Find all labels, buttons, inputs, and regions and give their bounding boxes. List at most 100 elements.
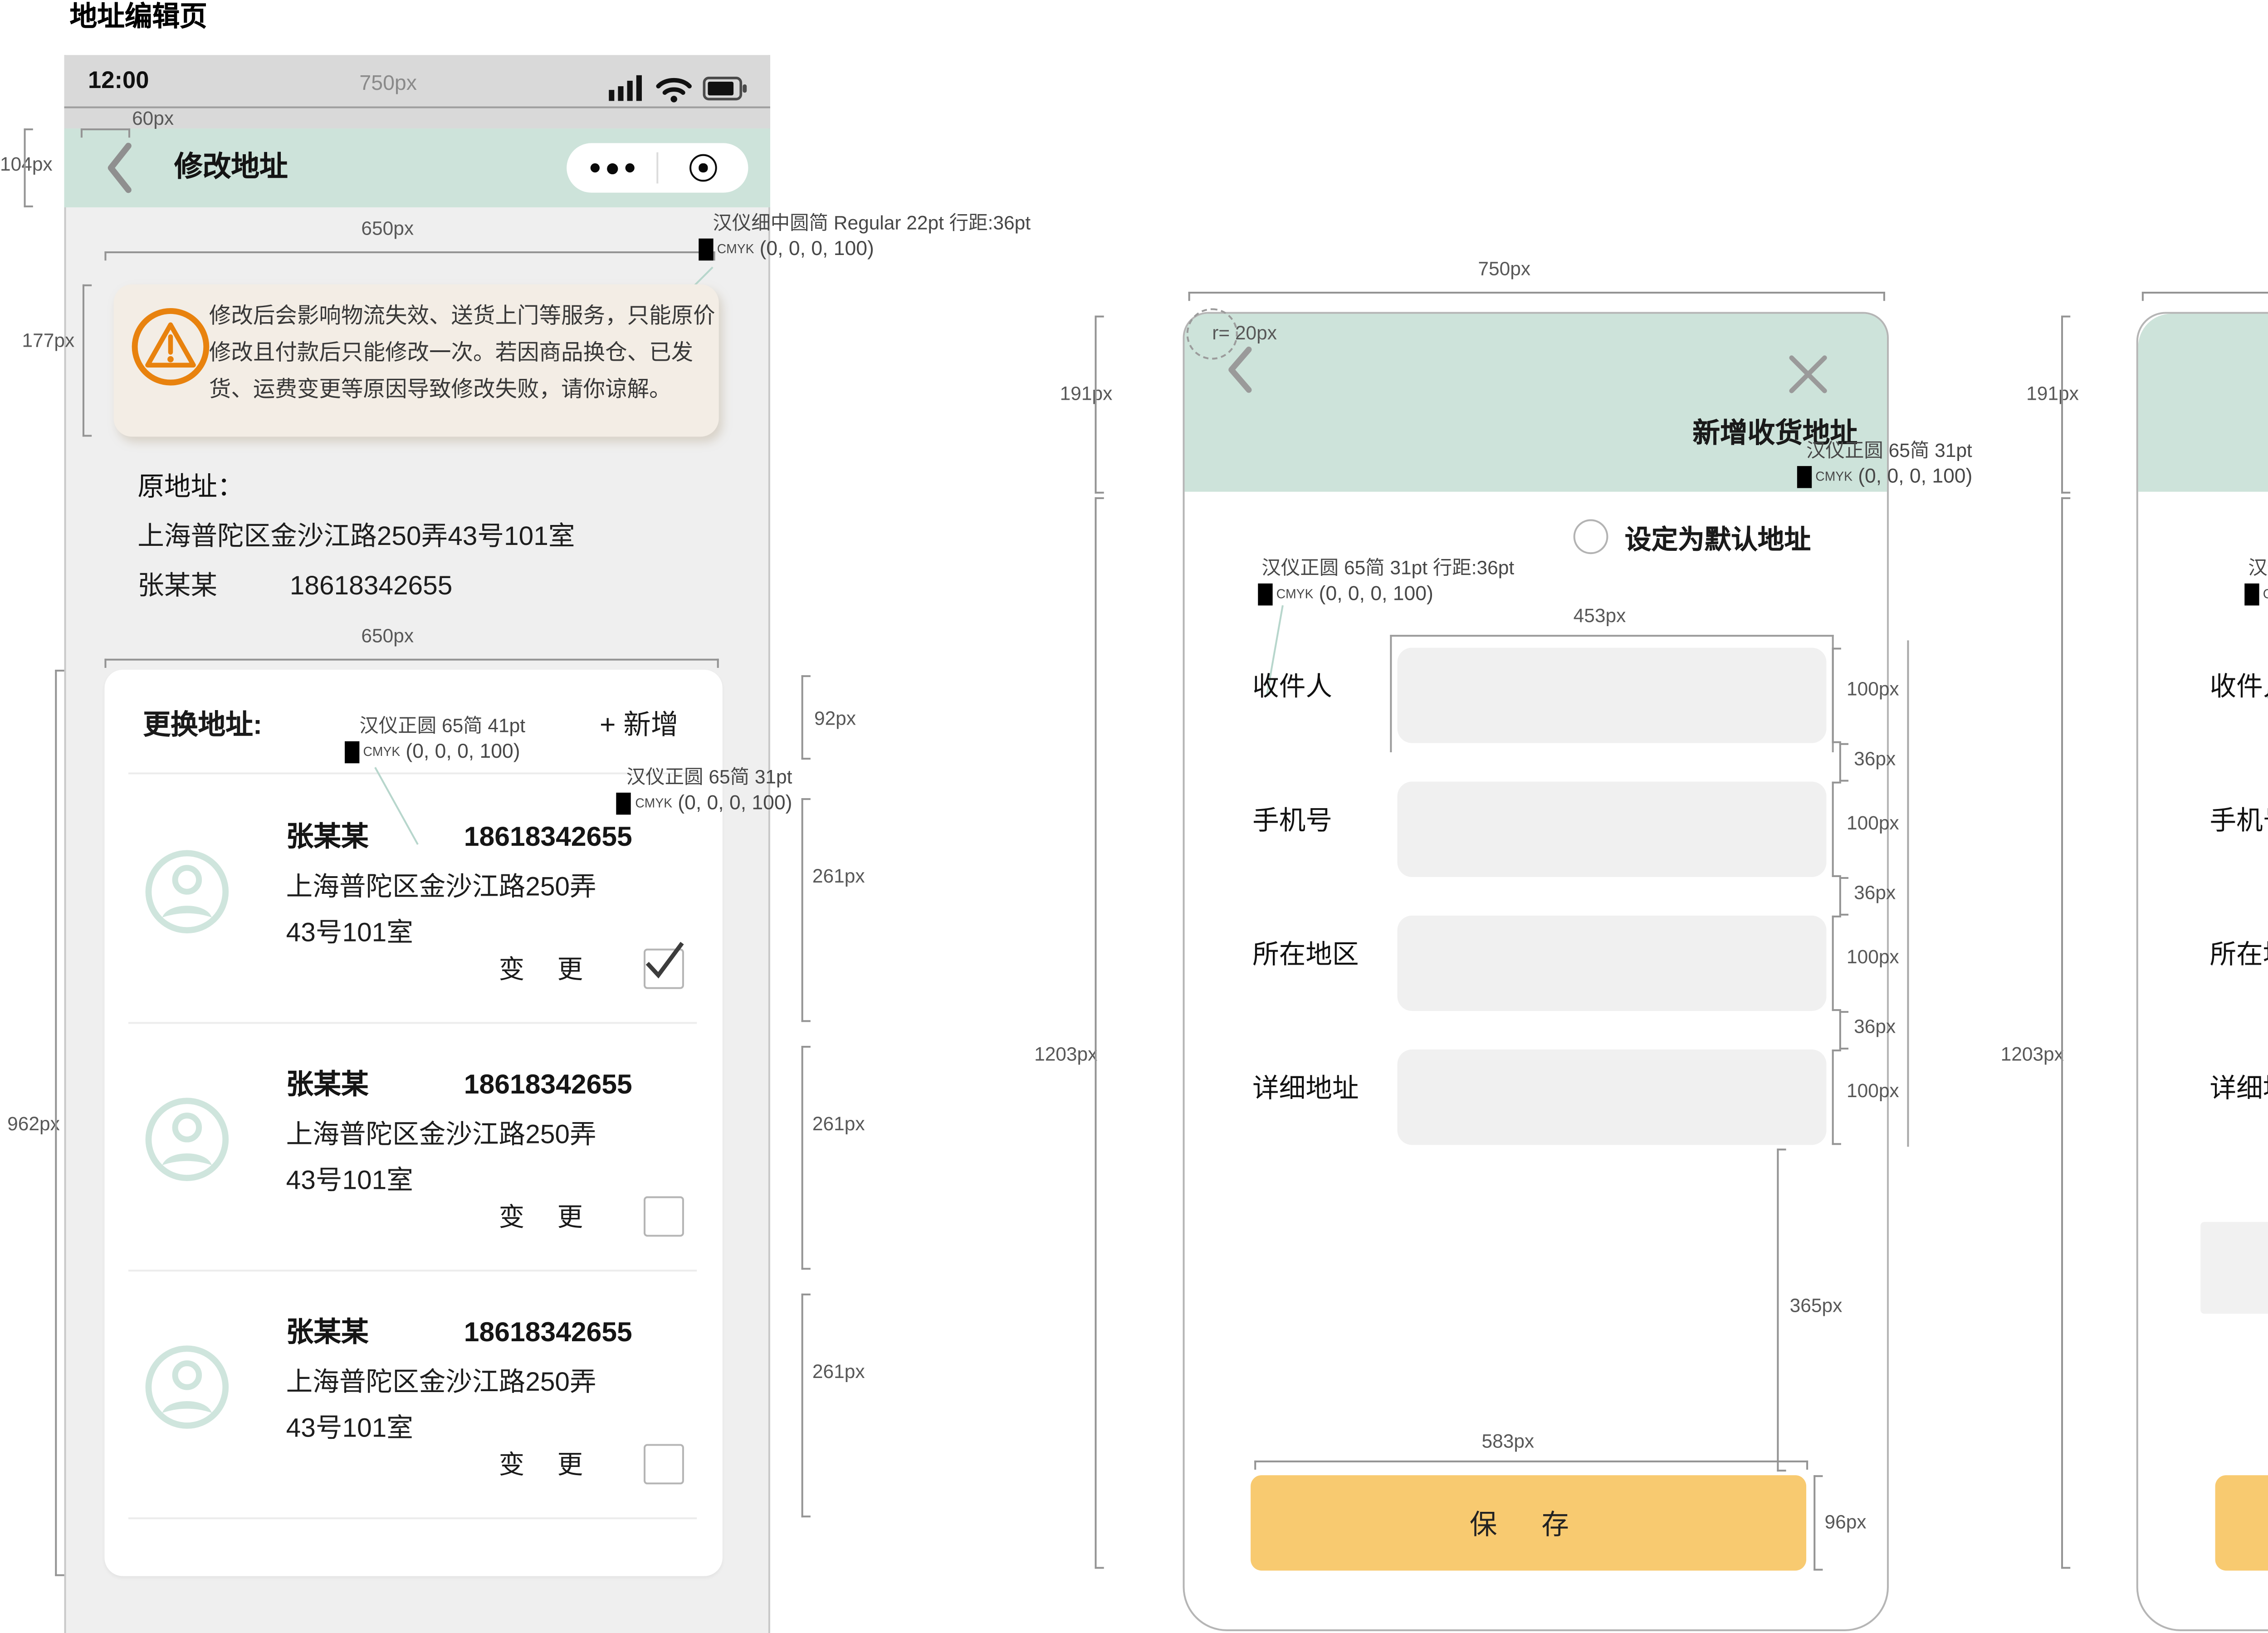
field-label: 手机号 <box>1252 805 1332 839</box>
status-icons <box>609 74 748 103</box>
dim-bracket <box>1832 916 1843 1011</box>
avatar-icon <box>143 1343 231 1431</box>
dim-label: 177px <box>22 330 75 354</box>
original-name: 张某某 <box>137 571 217 604</box>
dim-bracket <box>802 1294 812 1517</box>
add-address-button[interactable]: + 新增 <box>600 710 679 745</box>
dim-label: 36px <box>1854 749 1896 773</box>
item-address-line1: 上海普陀区金沙江路250弄 <box>286 872 596 905</box>
color-swatch <box>1258 584 1272 606</box>
dim-bracket <box>802 675 812 760</box>
field-label: 收件人 <box>1252 672 1332 705</box>
wifi-icon <box>658 80 689 93</box>
dim-guide-line <box>1907 640 1909 1147</box>
dim-label: 650px <box>361 626 414 650</box>
back-icon[interactable] <box>104 141 136 194</box>
item-name: 张某某 <box>286 1317 369 1352</box>
address-checkbox[interactable] <box>644 1197 684 1237</box>
item-name: 张某某 <box>286 822 369 857</box>
dim-label: 100px <box>1847 813 1899 837</box>
dim-bracket <box>81 128 130 139</box>
detail-address-input[interactable] <box>1398 1049 1827 1145</box>
dim-bracket <box>1832 647 1843 743</box>
dim-label: 583px <box>1482 1431 1535 1455</box>
address-checkbox[interactable] <box>644 1444 684 1484</box>
width-dim-750-left: 750px <box>359 72 417 98</box>
cmyk-annotation: CMYK (0, 0, 0, 100) <box>609 793 792 815</box>
cmyk-annotation: CMYK (0, 0, 0, 100) <box>345 741 520 764</box>
phone-input[interactable] <box>1398 782 1827 877</box>
default-address-label: 设定为默认地址 <box>1625 525 1811 558</box>
font-annotation: 汉仪正圆 65简 31pt <box>1806 441 1972 465</box>
battery-icon <box>704 78 747 99</box>
more-icon[interactable] <box>567 162 656 173</box>
item-phone: 18618342655 <box>464 1070 632 1104</box>
dim-label: 750px <box>1478 259 1530 283</box>
dim-bracket <box>802 1046 812 1270</box>
dim-label: 96px <box>1824 1512 1866 1536</box>
miniprogram-capsule[interactable] <box>567 143 748 192</box>
signal-icon <box>609 75 642 101</box>
dim-bracket <box>802 798 812 1022</box>
field-label: 详细地址 <box>2209 1074 2268 1107</box>
dim-label: 1203px <box>2001 1044 2064 1068</box>
change-action-button[interactable]: 变 更 <box>499 1450 596 1482</box>
dim-label: 1203px <box>1034 1044 1097 1068</box>
change-action-button[interactable]: 变 更 <box>499 954 596 986</box>
close-capsule-icon[interactable] <box>658 154 748 182</box>
list-divider <box>128 1270 697 1271</box>
item-address-line2: 43号101室 <box>286 1413 413 1446</box>
dim-label: 453px <box>1574 605 1626 629</box>
dim-label: 36px <box>1854 1016 1896 1040</box>
dim-bracket <box>1813 1475 1824 1570</box>
avatar-icon <box>143 1095 231 1183</box>
field-label: 所在地区 <box>2209 939 2268 972</box>
dim-bracket <box>2061 316 2072 494</box>
dim-bracket <box>1777 1148 1788 1471</box>
dim-bracket <box>1188 292 1885 303</box>
dim-bracket <box>104 659 719 670</box>
font-annotation: 汉仪正圆 65简 41pt <box>359 716 525 740</box>
wifi-dot <box>670 96 677 103</box>
region-input[interactable] <box>1398 916 1827 1011</box>
change-action-button[interactable]: 变 更 <box>499 1202 596 1234</box>
dim-label: r= 20px <box>1212 323 1277 347</box>
dim-bracket <box>1839 1011 1850 1049</box>
dim-label: 650px <box>361 218 414 242</box>
dim-label: 100px <box>1847 1081 1899 1105</box>
color-swatch <box>2244 584 2259 606</box>
font-annotation: 汉仪正圆 65简 31pt 行距:36pt <box>2248 558 2268 582</box>
item-address-line1: 上海普陀区金沙江路250弄 <box>286 1119 596 1152</box>
dim-bracket <box>1839 877 1850 916</box>
item-address-line2: 43号101室 <box>286 1165 413 1198</box>
dim-label: 100px <box>1847 947 1899 971</box>
dim-label: 36px <box>1854 883 1896 907</box>
field-label: 详细地址 <box>1252 1074 1359 1107</box>
color-swatch <box>1797 466 1812 488</box>
item-phone: 18618342655 <box>464 822 632 857</box>
item-address-line2: 43号101室 <box>286 917 413 951</box>
dim-bracket <box>1839 743 1850 782</box>
save-button[interactable]: 保 存 <box>2215 1475 2268 1570</box>
dim-label: 962px <box>7 1114 60 1138</box>
right-header-bar <box>2138 314 2268 491</box>
dim-label: 365px <box>1790 1295 1843 1319</box>
default-address-radio[interactable] <box>1574 519 1608 554</box>
close-icon[interactable] <box>1786 352 1830 396</box>
save-button[interactable]: 保 存 <box>1251 1475 1806 1570</box>
page-title: 地址编辑页 <box>70 2 207 36</box>
dim-label: 60px <box>132 108 174 132</box>
font-annotation: 汉仪正圆 65简 31pt <box>609 767 792 791</box>
back-icon[interactable] <box>1225 345 1256 394</box>
check-icon <box>640 936 689 985</box>
font-annotation: 汉仪正圆 65简 31pt 行距:36pt <box>1261 558 1514 582</box>
dim-bracket <box>1095 316 1105 494</box>
field-label: 手机号 <box>2209 805 2268 839</box>
dim-label: 261px <box>812 866 865 890</box>
color-swatch <box>699 239 713 261</box>
delete-button[interactable]: 删 除 <box>2200 1222 2268 1314</box>
recipient-input[interactable] <box>1398 647 1827 743</box>
original-phone: 18618342655 <box>290 571 453 604</box>
color-swatch <box>617 793 631 815</box>
dim-bracket <box>83 284 93 437</box>
